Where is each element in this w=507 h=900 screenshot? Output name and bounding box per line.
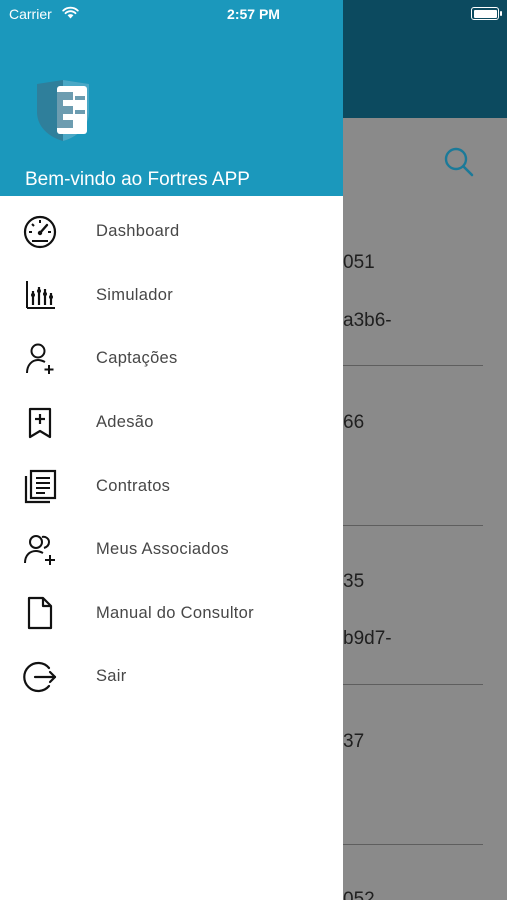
list-divider [343,684,483,685]
users-add-icon [22,532,58,568]
speedometer-icon [22,214,58,250]
menu-item-manual-do-consultor[interactable]: Manual do Consultor [0,582,343,646]
menu-item-dashboard[interactable]: Dashboard [0,200,343,264]
menu-item-label: Contratos [96,476,171,495]
menu-item-label: Captações [96,349,178,368]
list-divider [343,365,483,366]
menu-item-simulador[interactable]: Simulador [0,264,343,328]
menu-item-adesao[interactable]: Adesão [0,391,343,455]
menu-item-captacoes[interactable]: Captações [0,327,343,391]
logout-icon [22,659,58,695]
status-time: 2:57 PM [227,6,280,22]
list-item-fragment: 66 [343,412,365,433]
documents-icon [22,468,58,504]
search-icon [443,146,475,178]
list-item-fragment: a3b6- [343,310,392,331]
menu-item-contratos[interactable]: Contratos [0,454,343,518]
menu-item-sair[interactable]: Sair [0,645,343,709]
battery-icon [471,7,502,20]
user-add-icon [22,341,58,377]
menu-item-meus-associados[interactable]: Meus Associados [0,518,343,582]
menu-item-label: Simulador [96,285,173,304]
file-icon [22,595,58,631]
list-item-fragment: 35 [343,571,365,592]
menu-item-label: Dashboard [96,222,180,241]
menu-item-label: Meus Associados [96,540,229,559]
drawer-header: Bem-vindo ao Fortres APP [0,0,343,196]
list-item-fragment: 052 [343,889,375,900]
bookmark-add-icon [22,405,58,441]
menu-item-label: Manual do Consultor [96,603,254,622]
list-item-fragment: b9d7- [343,628,392,649]
list-item-fragment: 37 [343,731,365,752]
menu-item-label: Adesão [96,413,154,432]
drawer-menu: Dashboard Simulador Captações Adesão Con… [0,200,343,709]
list-divider [343,844,483,845]
list-divider [343,525,483,526]
menu-item-label: Sair [96,667,127,686]
chart-bars-icon [22,277,58,313]
fortres-logo [33,78,93,142]
welcome-text: Bem-vindo ao Fortres APP [25,169,250,190]
navigation-drawer: Bem-vindo ao Fortres APP Dashboard Simul… [0,0,343,900]
list-item-fragment: 051 [343,252,375,273]
status-bar: Carrier 2:57 PM [0,0,507,28]
